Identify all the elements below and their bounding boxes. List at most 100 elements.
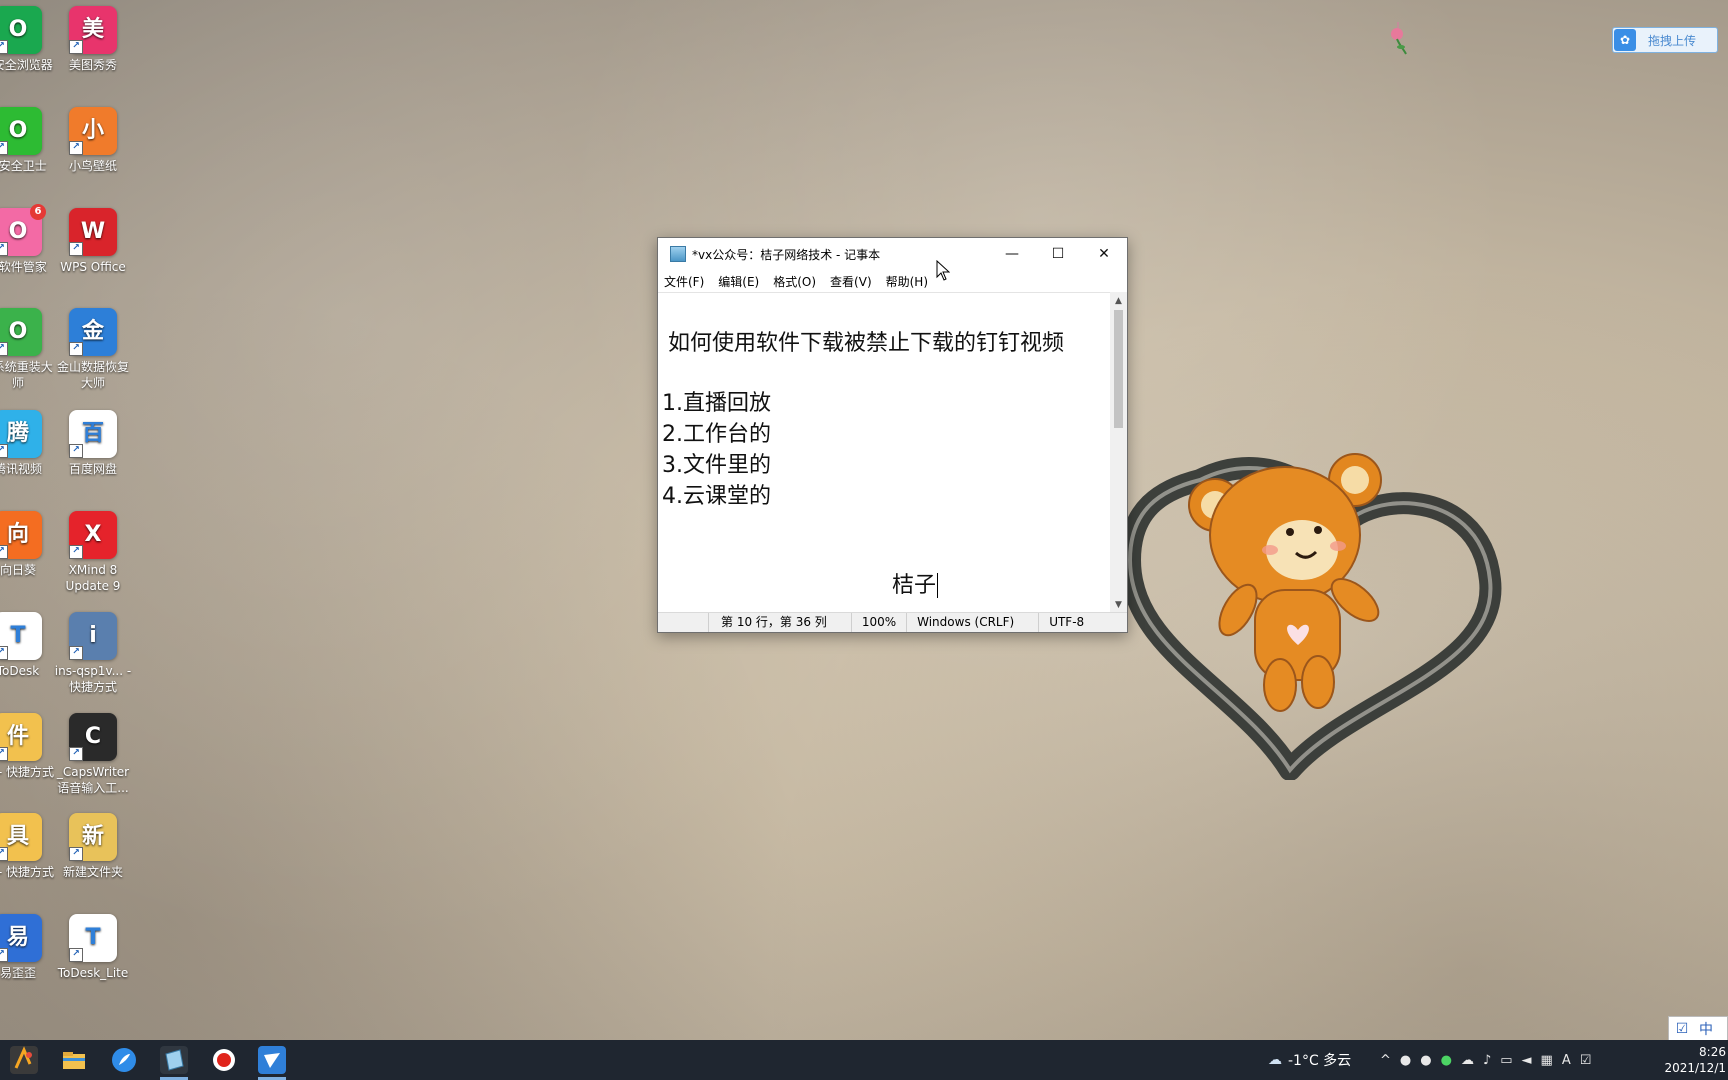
notepad-icon[interactable] (160, 1046, 188, 1074)
scroll-down-icon[interactable]: ▼ (1110, 596, 1127, 613)
notepad-window[interactable]: *vx公众号：桔子网络技术 - 记事本 — ☐ ✕ 文件(F) 编辑(E) 格式… (657, 237, 1128, 633)
desktop-icon-item[interactable]: 小 ↗ 小鸟壁纸 (53, 107, 133, 174)
shortcut-arrow-icon: ↗ (0, 141, 8, 155)
shortcut-arrow-icon: ↗ (69, 545, 83, 559)
yy-icon: 易 ↗ (0, 914, 42, 962)
desktop-icon-item[interactable]: 金 ↗ 金山数据恢复大师 (53, 308, 133, 391)
feather-app-icon[interactable] (110, 1046, 138, 1074)
shortcut-arrow-icon: ↗ (0, 545, 8, 559)
file-explorer-icon[interactable] (60, 1046, 88, 1074)
desktop-icon-item[interactable]: i ↗ ins-qsp1v... - 快捷方式 (53, 612, 133, 695)
menu-file[interactable]: 文件(F) (664, 273, 704, 290)
desktop-icon-label: O软件管家 (0, 260, 47, 274)
shortcut-arrow-icon: ↗ (0, 40, 8, 54)
desktop-icon-label: 百度网盘 (68, 462, 117, 476)
desktop-icon-label: ToDesk (0, 664, 40, 678)
desktop-icon-label: 金山数据恢复大师 (56, 360, 129, 390)
desktop-icon-item[interactable]: T ↗ ToDesk (0, 612, 58, 679)
tray-chevron-up-icon[interactable]: ^ (1380, 1053, 1391, 1068)
shortcut-arrow-icon: ↗ (0, 242, 8, 256)
sunflower-icon: 向 ↗ (0, 511, 42, 559)
qq-icon[interactable]: ● (1400, 1053, 1411, 1068)
menu-view[interactable]: 查看(V) (830, 273, 872, 290)
maximize-button[interactable]: ☐ (1035, 238, 1081, 270)
desktop-icon-item[interactable]: 向 ↗ 向日葵 (0, 511, 58, 578)
content-signature: 桔子 (892, 567, 939, 599)
text-caret (937, 573, 939, 598)
action-center-icon[interactable]: ☑ (1580, 1053, 1592, 1068)
record-icon[interactable] (210, 1046, 238, 1074)
360-icon[interactable] (10, 1046, 38, 1074)
ime-language-label: 中 (1699, 1022, 1713, 1038)
desktop-icon-item[interactable]: 新 ↗ 新建文件夹 (53, 813, 133, 880)
desktop-icon-label: WPS Office (60, 260, 126, 274)
content-item: 2.工作台的 (662, 422, 771, 447)
desktop-icon-item[interactable]: W ↗ WPS Office (53, 208, 133, 275)
tencent-video-icon: 腾 ↗ (0, 410, 42, 458)
baidu-netdisk-icon: 百 ↗ (69, 410, 117, 458)
qq-icon[interactable]: ● (1420, 1053, 1431, 1068)
desktop-icon-item[interactable]: 百 ↗ 百度网盘 (53, 410, 133, 477)
software-manager-icon: O 6 ↗ (0, 204, 46, 256)
desktop-icon-item[interactable]: T ↗ ToDesk_Lite (53, 914, 133, 981)
folder-shortcut-icon: 件 ↗ (0, 713, 42, 761)
desktop-icon-item[interactable]: 美 ↗ 美图秀秀 (53, 6, 133, 73)
shortcut-arrow-icon: ↗ (69, 847, 83, 861)
desktop-icon-item[interactable]: O↗ O安全浏览器 (0, 6, 58, 73)
desktop-icon-item[interactable]: 具↗ 具 - 快捷方式 (0, 813, 58, 880)
desktop-icon-label: 小鸟壁纸 (68, 159, 117, 173)
baidu-upload-label: 拖拽上传 (1648, 33, 1697, 48)
volume-icon[interactable]: ◄ (1522, 1053, 1532, 1068)
desktop-icon-label: 易歪歪 (0, 966, 36, 980)
onedrive-icon[interactable]: ☁ (1461, 1053, 1474, 1068)
menu-edit[interactable]: 编辑(E) (718, 273, 759, 290)
menu-help[interactable]: 帮助(H) (886, 273, 928, 290)
desktop-icon-label: 美图秀秀 (68, 58, 117, 72)
microphone-icon[interactable]: ♪ (1483, 1053, 1491, 1068)
wechat-icon[interactable]: ● (1441, 1053, 1452, 1068)
bird-wallpaper-icon: 小 ↗ (69, 107, 117, 155)
clock[interactable]: 8:26 2021/12/1 (1660, 1040, 1726, 1080)
weather-widget[interactable]: ☁ -1°C 多云 (1268, 1040, 1351, 1080)
xmind-icon: X ↗ (69, 511, 117, 559)
capswriter-icon: C ↗ (69, 713, 117, 761)
scroll-up-icon[interactable]: ▲ (1110, 292, 1127, 309)
shortcut-arrow-icon: ↗ (69, 444, 83, 458)
todesk-taskbar-icon[interactable] (258, 1046, 286, 1074)
keyboard-icon[interactable]: ▦ (1541, 1053, 1553, 1068)
desktop-icon-item[interactable]: 腾↗ 腾讯视频 (0, 410, 58, 477)
desktop-icon-item[interactable]: O6↗ O软件管家 (0, 204, 58, 275)
ime-floating-indicator[interactable]: ☑ 中 (1668, 1016, 1728, 1042)
guard-plus-icon: O ↗ (0, 107, 42, 155)
flower-decoration-icon[interactable] (1388, 22, 1408, 56)
vertical-scrollbar[interactable]: ▲ ▼ (1110, 292, 1127, 613)
network-icon[interactable]: ▭ (1500, 1053, 1512, 1068)
shortcut-arrow-icon: ↗ (0, 747, 8, 761)
signature-text: 桔子 (892, 573, 937, 598)
ime-mode-icon[interactable]: A (1562, 1053, 1571, 1068)
notepad-text-area[interactable]: 如何使用软件下载被禁止下载的钉钉视频 1.直播回放 2.工作台的 3.文件里的 … (658, 292, 1110, 613)
desktop-icon-label: O安全卫士 (0, 159, 47, 173)
browser-e-icon: O ↗ (0, 6, 42, 54)
notepad-titlebar[interactable]: *vx公众号：桔子网络技术 - 记事本 — ☐ ✕ (658, 238, 1127, 270)
desktop-icon-item[interactable]: O↗ O安全卫士 (0, 107, 58, 174)
data-recovery-icon: 金 ↗ (69, 308, 117, 356)
desktop-icon-item[interactable]: 件↗ 件 - 快捷方式 (0, 713, 58, 780)
desktop-icon-item[interactable]: 易 ↗ 易歪歪 (0, 914, 58, 981)
shortcut-arrow-icon: ↗ (69, 646, 83, 660)
desktop-icon-item[interactable]: C ↗ _CapsWriter语音输入工... (53, 713, 133, 796)
weather-cloud-icon: ☁ (1268, 1052, 1282, 1068)
baidu-upload-button[interactable]: ✿ 拖拽上传 (1612, 27, 1718, 53)
notepad-menubar: 文件(F) 编辑(E) 格式(O) 查看(V) 帮助(H) (658, 270, 1127, 292)
desktop-icon-item[interactable]: O↗ O系统重装大师 (0, 308, 58, 391)
desktop-icon-item[interactable]: X ↗ XMind 8 Update 9 (53, 511, 133, 594)
menu-format[interactable]: 格式(O) (773, 273, 816, 290)
close-button[interactable]: ✕ (1081, 238, 1127, 270)
scroll-thumb[interactable] (1114, 310, 1123, 428)
ime-toggle-icon[interactable]: ☑ (1669, 1021, 1695, 1037)
status-spacer (658, 613, 708, 632)
minimize-button[interactable]: — (989, 238, 1035, 270)
shortcut-arrow-icon: ↗ (0, 646, 8, 660)
shortcut-arrow-icon: ↗ (69, 40, 83, 54)
status-line-ending: Windows (CRLF) (906, 613, 1038, 632)
